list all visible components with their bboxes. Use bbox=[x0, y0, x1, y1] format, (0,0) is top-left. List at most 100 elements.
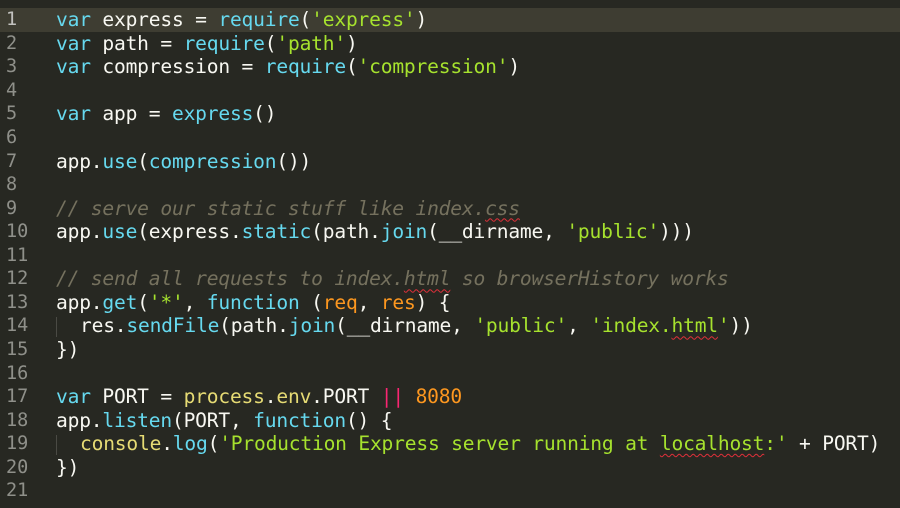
code-token: get bbox=[102, 290, 138, 314]
code-line[interactable]: 16 bbox=[0, 361, 900, 385]
code-text: var PORT = process.env.PORT || 8080 bbox=[50, 385, 900, 408]
code-token: var bbox=[56, 8, 91, 32]
code-token: (path. bbox=[219, 314, 289, 338]
code-token: . bbox=[161, 432, 173, 456]
code-text: app.listen(PORT, function() { bbox=[50, 409, 900, 432]
code-line[interactable]: 5 var app = express() bbox=[0, 102, 900, 126]
code-line[interactable]: 15}) bbox=[0, 338, 900, 362]
code-line[interactable]: 6 bbox=[0, 126, 900, 150]
code-token: PORT = bbox=[90, 385, 184, 409]
code-token: html bbox=[403, 267, 451, 291]
line-number: 6 bbox=[6, 127, 18, 148]
code-token: require bbox=[218, 8, 300, 32]
code-text: app.get('*', function (req, res) { bbox=[50, 291, 900, 314]
code-token: static bbox=[241, 220, 312, 244]
code-token: (express. bbox=[137, 220, 242, 244]
code-token: }) bbox=[56, 455, 80, 479]
code-line[interactable]: 3 var compression = require('compression'… bbox=[0, 55, 900, 79]
code-line[interactable]: 20}) bbox=[0, 455, 900, 479]
code-token: path = bbox=[90, 31, 184, 55]
code-token: ) bbox=[345, 31, 358, 55]
code-token: join bbox=[380, 220, 428, 244]
code-token: 'express' bbox=[311, 8, 416, 32]
line-number: 4 bbox=[6, 79, 18, 101]
code-line[interactable]: 21 bbox=[0, 479, 900, 503]
code-token: 'public' bbox=[474, 314, 568, 338]
code-line[interactable]: 2 var path = require('path') bbox=[0, 32, 900, 56]
code-token: 'index. bbox=[590, 314, 672, 338]
code-token: ( bbox=[299, 8, 312, 32]
code-line[interactable]: 8 bbox=[0, 173, 900, 197]
line-number: 17 bbox=[6, 386, 29, 408]
code-token: ( bbox=[264, 31, 277, 55]
code-token: so browserHistory works bbox=[450, 267, 729, 291]
code-text: var app = express() bbox=[50, 102, 900, 125]
code-line[interactable]: 19 console.log('Production Express server… bbox=[0, 432, 900, 456]
code-token: :' bbox=[764, 432, 788, 456]
code-text: var compression = require('compression') bbox=[50, 55, 900, 78]
line-number: 21 bbox=[6, 480, 29, 502]
code-text: }) bbox=[50, 338, 900, 361]
code-token: }) bbox=[56, 337, 80, 361]
code-line[interactable]: 17 var PORT = process.env.PORT || 8080 bbox=[0, 385, 900, 409]
code-text: // serve our static stuff like index.css bbox=[50, 197, 900, 220]
code-token: 'public' bbox=[566, 220, 660, 244]
code-token: 'compression' bbox=[357, 55, 509, 79]
line-number: 14 bbox=[6, 315, 29, 337]
code-text: console.log('Production Express server r… bbox=[50, 432, 900, 455]
code-token: app. bbox=[56, 149, 103, 173]
code-token: express bbox=[171, 102, 254, 126]
code-text: }) bbox=[50, 456, 900, 479]
code-text: app.use(express.static(path.join(__dirna… bbox=[50, 220, 900, 243]
code-token: // send all requests to index. bbox=[56, 267, 404, 291]
code-token: .PORT bbox=[311, 385, 381, 409]
code-token: ( bbox=[137, 290, 149, 314]
code-line[interactable]: 4 bbox=[0, 79, 900, 103]
code-token: 8080 bbox=[415, 385, 463, 409]
code-token: () bbox=[253, 102, 277, 126]
line-number: 19 bbox=[6, 433, 29, 455]
line-number: 1 bbox=[6, 9, 18, 31]
code-token: '*' bbox=[148, 290, 184, 314]
line-number: 12 bbox=[6, 268, 29, 290]
code-text: var express = require('express') bbox=[50, 8, 900, 31]
code-token: 'Production Express server running at bbox=[219, 432, 660, 456]
code-editor[interactable]: 1 var express = require('express') 2 var pa… bbox=[0, 0, 900, 508]
code-line[interactable]: 12 // send all requests to index.html so … bbox=[0, 267, 900, 291]
code-line[interactable]: 1 var express = require('express') bbox=[0, 8, 900, 32]
code-line[interactable]: 9 // serve our static stuff like index.cs… bbox=[0, 196, 900, 220]
code-token: res. bbox=[80, 314, 127, 338]
code-token: ( bbox=[207, 432, 220, 456]
code-text: app.use(compression()) bbox=[50, 150, 900, 173]
code-token: use bbox=[102, 220, 138, 244]
code-token: ( bbox=[137, 149, 149, 173]
code-token: ()) bbox=[276, 149, 312, 173]
code-text: var path = require('path') bbox=[50, 32, 900, 55]
code-line[interactable]: 7 app.use(compression()) bbox=[0, 149, 900, 173]
code-token: var bbox=[56, 385, 91, 409]
code-token: html bbox=[671, 314, 719, 338]
line-number: 10 bbox=[6, 221, 29, 243]
line-number: 7 bbox=[6, 150, 18, 172]
code-line[interactable]: 14 res.sendFile(path.join(__dirname, 'pub… bbox=[0, 314, 900, 338]
code-token: join bbox=[288, 314, 336, 338]
code-token: || bbox=[380, 385, 404, 409]
code-line[interactable]: 11 bbox=[0, 244, 900, 268]
line-number: 5 bbox=[6, 103, 18, 125]
code-token: app. bbox=[56, 290, 103, 314]
indent-guide bbox=[56, 434, 80, 455]
code-line[interactable]: 13 app.get('*', function (req, res) { bbox=[0, 291, 900, 315]
code-token: () { bbox=[345, 408, 393, 432]
code-line[interactable]: 18 app.listen(PORT, function() { bbox=[0, 408, 900, 432]
code-token: console bbox=[80, 432, 162, 456]
code-token: , bbox=[567, 314, 591, 338]
code-token: (PORT, bbox=[171, 408, 254, 432]
code-token: var bbox=[56, 31, 91, 55]
code-token: env bbox=[276, 385, 312, 409]
code-token: (__dirname, bbox=[335, 314, 475, 338]
code-token: process bbox=[183, 385, 265, 409]
code-token: res bbox=[380, 290, 416, 314]
code-token: use bbox=[102, 149, 138, 173]
code-line[interactable]: 10 app.use(express.static(path.join(__dir… bbox=[0, 220, 900, 244]
code-token: sendFile bbox=[126, 314, 220, 338]
